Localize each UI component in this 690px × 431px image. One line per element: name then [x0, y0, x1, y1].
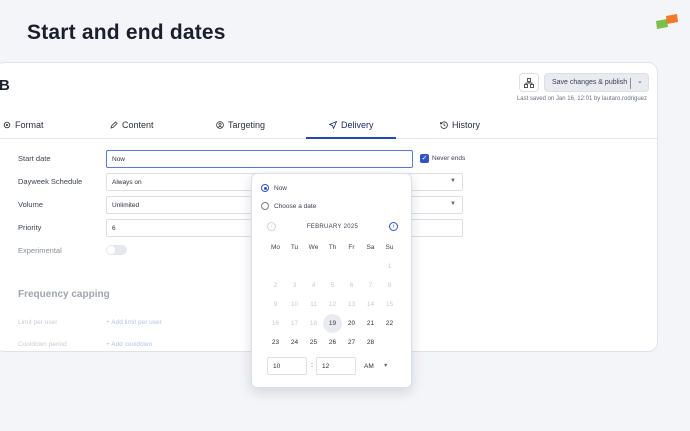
tab-label: Delivery [341, 120, 374, 130]
pencil-icon [110, 121, 118, 129]
weekday-header: Sa [366, 244, 375, 251]
calendar-day: 12 [328, 301, 337, 308]
history-icon [440, 121, 448, 129]
calendar-day[interactable]: 22 [380, 314, 399, 333]
save-publish-label: Save changes & publish [552, 79, 628, 86]
calendar-day[interactable]: 26 [323, 333, 342, 352]
hierarchy-icon [524, 77, 534, 88]
calendar-day-today[interactable]: 19 [323, 314, 342, 333]
calendar-day: 13 [347, 301, 356, 308]
tab-format[interactable]: Format [3, 120, 44, 130]
calendar-day: 3 [292, 282, 297, 289]
chevron-down-icon: ▼ [383, 363, 389, 369]
chevron-down-icon[interactable]: ⌄ [637, 77, 643, 85]
frequency-capping-title: Frequency capping [18, 289, 110, 300]
last-saved-text: Last saved on Jan 16, 12:01 by lautaro.r… [516, 96, 647, 102]
calendar-day: 18 [309, 320, 318, 327]
calendar-day: 11 [310, 301, 317, 308]
calendar-day: 16 [271, 320, 280, 327]
tab-bar: Format Content Targeting Delivery Histor… [0, 115, 657, 139]
weekday-header: Tu [290, 244, 299, 251]
page-title: Start and end dates [27, 21, 226, 44]
calendar-day: 6 [349, 282, 354, 289]
experimental-toggle[interactable] [106, 245, 127, 255]
add-limit-per-user-link[interactable]: + Add limit per user [106, 319, 162, 326]
start-date-field[interactable]: Now [106, 150, 413, 168]
weekday-header: Th [328, 244, 337, 251]
calendar-day: 2 [273, 282, 278, 289]
limit-per-user-label: Limit per user [18, 319, 58, 326]
never-ends-checkbox[interactable]: ✓ [420, 154, 429, 163]
calendar-day[interactable]: 28 [361, 333, 380, 352]
tab-label: Format [15, 120, 44, 130]
dayweek-schedule-label: Dayweek Schedule [18, 177, 83, 186]
button-divider [630, 78, 631, 89]
tab-delivery[interactable]: Delivery [329, 120, 374, 130]
chevron-down-icon: ▼ [450, 178, 456, 184]
start-date-label: Start date [18, 154, 51, 163]
send-icon [329, 121, 337, 129]
dayweek-schedule-value: Always on [112, 178, 142, 186]
experimental-label: Experimental [18, 246, 62, 255]
calendar-day[interactable]: 23 [266, 333, 285, 352]
minute-input[interactable]: 12 [316, 357, 356, 375]
next-month-icon[interactable]: › [389, 222, 398, 231]
volume-label: Volume [18, 200, 44, 209]
calendar-day: 15 [385, 301, 394, 308]
brand-logo-icon [656, 14, 678, 29]
weekday-header: Mo [270, 244, 281, 251]
calendar-day: 9 [273, 301, 278, 308]
radio-choose-date[interactable] [261, 202, 269, 210]
card-title: B [0, 77, 10, 94]
ampm-select[interactable]: AM [364, 363, 374, 370]
add-cooldown-link[interactable]: + Add cooldown [106, 341, 152, 348]
radio-now[interactable] [261, 184, 269, 192]
weekday-header: We [308, 244, 319, 251]
calendar-day[interactable]: 20 [342, 314, 361, 333]
weekday-header: Fr [348, 244, 355, 251]
active-tab-indicator [306, 137, 396, 139]
radio-choose-date-label: Choose a date [274, 203, 317, 210]
calendar-day[interactable]: 24 [285, 333, 304, 352]
tab-history[interactable]: History [440, 120, 480, 130]
gear-icon [3, 121, 11, 129]
calendar-day: 10 [290, 301, 299, 308]
calendar-day[interactable]: 27 [342, 333, 361, 352]
never-ends-label: Never ends [432, 155, 466, 162]
calendar-day: 1 [387, 263, 392, 270]
radio-now-label: Now [274, 185, 288, 192]
tab-targeting[interactable]: Targeting [216, 120, 265, 130]
calendar-day: 5 [330, 282, 335, 289]
tab-label: Targeting [228, 120, 266, 130]
hour-input[interactable]: 10 [267, 357, 307, 375]
calendar-day[interactable]: 25 [304, 333, 323, 352]
calendar-day[interactable]: 21 [361, 314, 380, 333]
tab-content[interactable]: Content [110, 120, 154, 130]
tab-label: History [452, 120, 481, 130]
priority-label: Priority [18, 223, 42, 232]
user-icon [216, 121, 224, 129]
cooldown-label: Cooldown period [18, 341, 67, 348]
chevron-down-icon: ▼ [450, 201, 456, 207]
tab-label: Content [122, 120, 154, 130]
weekday-header: Su [385, 244, 394, 251]
calendar-day: 8 [387, 282, 392, 289]
hierarchy-button[interactable] [519, 73, 539, 92]
calendar-day: 14 [366, 301, 375, 308]
calendar-day: 4 [311, 282, 316, 289]
volume-value: Unlimited [112, 201, 140, 209]
save-publish-button[interactable]: Save changes & publish ⌄ [544, 73, 649, 92]
time-separator: : [311, 362, 313, 369]
date-picker-popup: Now Choose a date ‹ FEBRUARY 2025 › Mo Tu… [251, 173, 412, 388]
calendar-day: 7 [368, 282, 373, 289]
calendar-day: 17 [290, 320, 299, 327]
